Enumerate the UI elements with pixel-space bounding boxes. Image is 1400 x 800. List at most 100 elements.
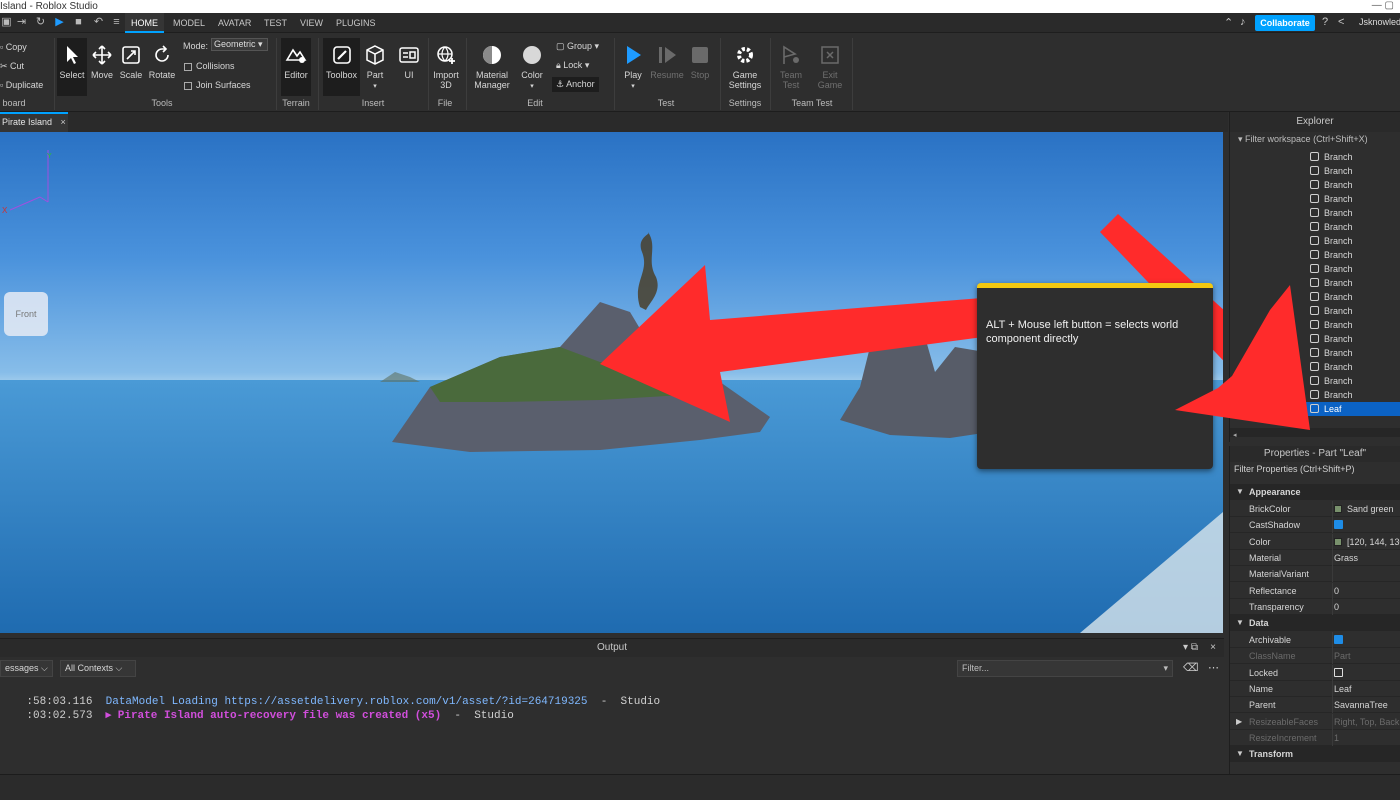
property-value[interactable]: 0 bbox=[1334, 583, 1339, 599]
part-button[interactable]: Part ▾ bbox=[362, 44, 388, 90]
property-value[interactable]: Leaf bbox=[1334, 681, 1352, 697]
collapse-icon[interactable]: ▼ bbox=[1236, 615, 1244, 631]
anchor-button[interactable]: ⚓︎ Anchor bbox=[552, 77, 599, 92]
property-row[interactable]: Reflectance 0 bbox=[1230, 582, 1400, 599]
tab-plugins[interactable]: PLUGINS bbox=[330, 13, 382, 33]
duplicate-button[interactable]: ▫ Duplicate bbox=[0, 80, 43, 90]
tab-home[interactable]: HOME bbox=[125, 13, 164, 33]
mode-dropdown[interactable]: Geometric ▾ bbox=[211, 38, 268, 51]
collisions-toggle[interactable]: Collisions bbox=[184, 61, 235, 71]
property-value[interactable]: SavannaTree bbox=[1334, 697, 1388, 713]
help-icon[interactable]: ? bbox=[1322, 16, 1328, 28]
checkbox[interactable] bbox=[1334, 520, 1343, 530]
open-icon[interactable]: ⇥ bbox=[15, 16, 28, 29]
contexts-filter-dropdown[interactable]: All Contexts ⌵ bbox=[60, 660, 136, 677]
property-row[interactable]: Material Grass bbox=[1230, 549, 1400, 566]
property-row[interactable]: Name Leaf bbox=[1230, 681, 1400, 697]
username[interactable]: Jsknowled bbox=[1359, 17, 1400, 27]
explorer-item[interactable]: Branch bbox=[1310, 220, 1353, 234]
property-row[interactable]: CastShadow bbox=[1230, 517, 1400, 534]
property-row[interactable]: ▶ ResizeableFaces Right, Top, Back, bbox=[1230, 713, 1400, 730]
properties-filter-input[interactable]: Filter Properties (Ctrl+Shift+P) bbox=[1230, 462, 1400, 476]
close-tab-icon[interactable]: × bbox=[61, 117, 66, 127]
join-surfaces-toggle[interactable]: Join Surfaces bbox=[184, 80, 251, 90]
messages-filter-dropdown[interactable]: essages ⌵ bbox=[0, 660, 53, 677]
stop-quick-icon[interactable]: ■ bbox=[72, 16, 85, 29]
property-value[interactable]: Sand green bbox=[1334, 501, 1394, 517]
checkbox[interactable] bbox=[1334, 635, 1343, 645]
panel-options-icon[interactable]: ▾ ⧉ bbox=[1183, 639, 1198, 657]
property-row[interactable]: Transparency 0 bbox=[1230, 598, 1400, 615]
file-icon[interactable]: ▣ bbox=[0, 16, 13, 29]
checkbox[interactable] bbox=[1334, 667, 1343, 677]
exit-game-button[interactable]: Exit Game bbox=[815, 44, 845, 90]
viewport-3d[interactable]: X Y Front ALT + Mouse left button = sele… bbox=[0, 132, 1223, 633]
cut-button[interactable]: ✂ Cut bbox=[0, 61, 24, 72]
close-panel-icon[interactable]: × bbox=[1210, 639, 1216, 657]
team-test-button[interactable]: Team Test bbox=[776, 44, 806, 90]
select-tool-button[interactable]: Select bbox=[57, 38, 87, 96]
explorer-item[interactable]: Branch bbox=[1310, 178, 1353, 192]
rotate-tool-button[interactable]: Rotate bbox=[148, 44, 176, 80]
property-value[interactable]: Part bbox=[1334, 648, 1351, 664]
resume-button[interactable]: Resume bbox=[650, 44, 684, 80]
redo-icon[interactable]: ↻ bbox=[34, 16, 47, 29]
property-row[interactable]: Locked bbox=[1230, 664, 1400, 681]
ui-button[interactable]: UI bbox=[396, 44, 422, 80]
explorer-item[interactable]: Branch bbox=[1310, 248, 1353, 262]
explorer-item[interactable]: Branch bbox=[1310, 150, 1353, 164]
explorer-filter-input[interactable]: ▾ Filter workspace (Ctrl+Shift+X) bbox=[1230, 132, 1400, 146]
explorer-item[interactable]: Branch bbox=[1310, 164, 1353, 178]
notifications-icon[interactable]: ♪ bbox=[1240, 16, 1246, 28]
tab-avatar[interactable]: AVATAR bbox=[212, 13, 257, 33]
property-row[interactable]: ClassName Part bbox=[1230, 648, 1400, 665]
color-button[interactable]: Color ▾ bbox=[518, 44, 546, 90]
explorer-item[interactable]: Branch bbox=[1310, 192, 1353, 206]
share-link-icon[interactable]: < bbox=[1338, 16, 1344, 28]
property-row[interactable]: ResizeIncrement 1 bbox=[1230, 729, 1400, 746]
property-value[interactable]: Grass bbox=[1334, 550, 1358, 566]
import-3d-button[interactable]: Import 3D bbox=[430, 44, 462, 90]
lock-button[interactable]: 🔒︎ Lock ▾ bbox=[556, 60, 589, 71]
tab-pirate-island[interactable]: Pirate Island × bbox=[0, 112, 68, 132]
property-value[interactable]: [120, 144, 130] bbox=[1334, 534, 1400, 550]
tab-test[interactable]: TEST bbox=[258, 13, 293, 33]
collapse-icon[interactable]: ▼ bbox=[1236, 746, 1244, 762]
property-row[interactable]: Parent SavannaTree bbox=[1230, 697, 1400, 714]
scale-tool-button[interactable]: Scale bbox=[118, 44, 144, 80]
expand-icon[interactable]: ▶ bbox=[1236, 714, 1242, 730]
property-value[interactable] bbox=[1334, 665, 1343, 681]
output-search-input[interactable]: Filter... ▾ bbox=[957, 660, 1173, 677]
toolbox-button[interactable]: Toolbox bbox=[323, 38, 360, 96]
share-icon[interactable]: ⌃ bbox=[1224, 16, 1233, 29]
clear-output-icon[interactable]: ⌫ bbox=[1183, 661, 1199, 674]
game-settings-button[interactable]: Game Settings bbox=[724, 44, 766, 90]
property-value[interactable] bbox=[1334, 632, 1343, 648]
property-value[interactable]: Right, Top, Back, bbox=[1334, 714, 1400, 730]
property-category[interactable]: ▼ Data bbox=[1230, 615, 1400, 632]
view-cube[interactable]: Front bbox=[4, 292, 48, 336]
property-row[interactable]: MaterialVariant bbox=[1230, 566, 1400, 583]
undo-icon[interactable]: ↶ bbox=[92, 16, 105, 29]
property-row[interactable]: Archivable bbox=[1230, 632, 1400, 649]
tab-view[interactable]: VIEW bbox=[294, 13, 329, 33]
material-manager-button[interactable]: Material Manager bbox=[473, 44, 511, 90]
color-swatch[interactable] bbox=[1334, 505, 1342, 513]
tab-model[interactable]: MODEL bbox=[167, 13, 211, 33]
play-button[interactable]: Play ▾ bbox=[619, 44, 647, 90]
more-options-icon[interactable]: ⋯ bbox=[1208, 661, 1219, 674]
property-row[interactable]: Color [120, 144, 130] bbox=[1230, 533, 1400, 550]
property-value[interactable] bbox=[1334, 517, 1343, 533]
property-category[interactable]: ▼ Appearance bbox=[1230, 484, 1400, 500]
group-button[interactable]: ▢ Group ▾ bbox=[556, 41, 599, 52]
customize-icon[interactable]: ≡ bbox=[110, 16, 123, 29]
explorer-item[interactable]: Branch bbox=[1310, 206, 1353, 220]
property-row[interactable]: BrickColor Sand green bbox=[1230, 501, 1400, 517]
play-quick-icon[interactable]: ▶ bbox=[53, 16, 66, 29]
window-controls[interactable]: — ▢ bbox=[1372, 0, 1394, 11]
property-value[interactable]: 1 bbox=[1334, 730, 1339, 746]
collaborate-button[interactable]: Collaborate bbox=[1255, 15, 1315, 31]
property-value[interactable]: 0 bbox=[1334, 599, 1339, 615]
move-tool-button[interactable]: Move bbox=[89, 44, 115, 80]
color-swatch[interactable] bbox=[1334, 537, 1342, 546]
